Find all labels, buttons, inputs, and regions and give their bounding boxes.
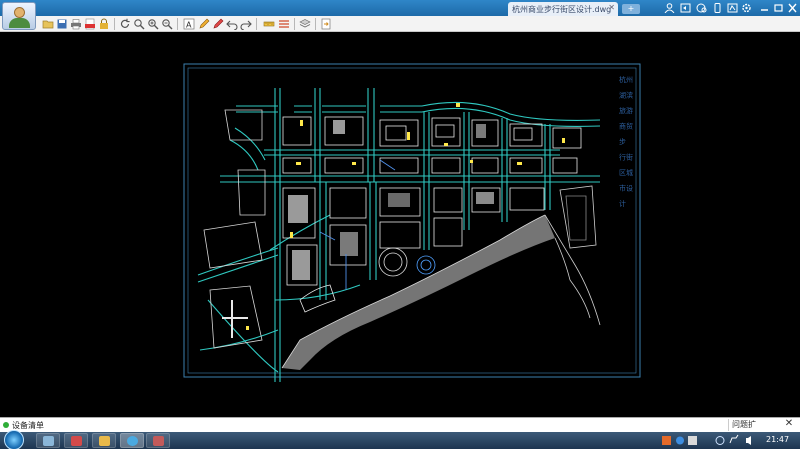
new-tab-button[interactable]: + bbox=[622, 4, 640, 14]
paint-app-icon bbox=[71, 436, 82, 446]
stack-app-button[interactable] bbox=[146, 433, 170, 448]
notify-icon bbox=[715, 436, 725, 445]
drawing-title-text: 行街 bbox=[619, 153, 633, 162]
browser-app-icon bbox=[127, 436, 138, 446]
status-bar: 设备清单 问题扩 ✕ bbox=[0, 417, 800, 432]
paint-app-button[interactable] bbox=[64, 433, 88, 448]
help-icon bbox=[676, 436, 684, 445]
drawing-title-text: 湖滨 bbox=[619, 91, 633, 100]
toolbar-separator bbox=[294, 18, 295, 30]
avatar-body bbox=[9, 18, 30, 28]
network-tray-icon bbox=[688, 436, 697, 445]
close-status-button[interactable]: ✕ bbox=[780, 418, 798, 432]
ime-icon bbox=[662, 436, 671, 445]
drawing-inner-frame bbox=[187, 67, 637, 374]
device-list-status[interactable]: 设备清单 bbox=[2, 420, 44, 431]
folder-app-button[interactable] bbox=[92, 433, 116, 448]
drawing-title-text: 旅游 bbox=[619, 106, 633, 115]
maximize-icon[interactable] bbox=[773, 3, 784, 13]
settings-icon[interactable] bbox=[741, 3, 752, 13]
drawing-title-text: 杭州 bbox=[619, 75, 633, 84]
minimize-icon[interactable] bbox=[759, 3, 770, 13]
tray-icons bbox=[662, 434, 751, 445]
photos-app-button[interactable] bbox=[36, 433, 60, 448]
drawing-outer-frame bbox=[183, 63, 641, 378]
print-icon[interactable] bbox=[70, 18, 82, 30]
cloud-icon[interactable] bbox=[727, 3, 738, 13]
drawing-title-text: 计 bbox=[619, 199, 626, 208]
toolbar-separator bbox=[256, 18, 257, 30]
svg-text:A: A bbox=[186, 21, 192, 30]
feedback-icon[interactable] bbox=[680, 3, 691, 13]
zoom-window-icon[interactable] bbox=[133, 18, 145, 30]
document-tab[interactable]: 杭州商业步行街区设计.dwg ✕ bbox=[508, 2, 618, 16]
document-tab-label: 杭州商业步行街区设计.dwg bbox=[512, 5, 612, 14]
toolbar: A bbox=[0, 16, 800, 32]
taskbar: 21:47 bbox=[0, 430, 800, 449]
zoom-out-icon[interactable] bbox=[161, 18, 173, 30]
export-icon[interactable] bbox=[320, 18, 332, 30]
refresh-icon[interactable] bbox=[119, 18, 131, 30]
drawing-title-text: 区城 bbox=[619, 169, 633, 177]
browser-app-button[interactable] bbox=[120, 433, 144, 448]
network-icon bbox=[729, 434, 739, 444]
undo-icon[interactable] bbox=[226, 18, 238, 30]
user-icon[interactable] bbox=[664, 3, 675, 14]
drawing-title-text: 市设 bbox=[619, 184, 633, 193]
cad-drawing: 杭州湖滨旅游商贸步行街区城市设计 bbox=[183, 63, 641, 382]
measure-icon[interactable] bbox=[263, 18, 275, 30]
start-button[interactable] bbox=[4, 430, 24, 449]
drawing-title-block: 杭州湖滨旅游商贸步行街区城市设计 bbox=[619, 75, 633, 208]
close-icon[interactable] bbox=[787, 3, 798, 13]
avatar-head bbox=[14, 7, 25, 18]
stack-app-icon bbox=[153, 436, 164, 446]
taskbar-clock: 21:47 bbox=[766, 435, 790, 444]
layers-icon[interactable] bbox=[299, 18, 311, 30]
title-bar: 杭州商业步行街区设计.dwg ✕ + bbox=[0, 0, 800, 16]
text-icon[interactable]: A bbox=[183, 18, 195, 30]
markup-pen-icon[interactable] bbox=[212, 18, 224, 30]
open-folder-icon[interactable] bbox=[42, 18, 54, 30]
plaza-circles bbox=[378, 247, 436, 277]
avatar[interactable] bbox=[2, 2, 36, 30]
save-icon[interactable] bbox=[56, 18, 68, 30]
status-indicator-icon bbox=[3, 422, 9, 428]
hatch-icon[interactable] bbox=[278, 18, 290, 30]
toolbar-separator bbox=[114, 18, 115, 30]
folder-app-icon bbox=[99, 436, 110, 446]
toolbar-separator bbox=[177, 18, 178, 30]
phone-icon[interactable] bbox=[712, 3, 723, 13]
volume-icon bbox=[746, 436, 751, 445]
feedback-button[interactable]: 问题扩 bbox=[728, 419, 759, 431]
waterfront-promenade bbox=[282, 215, 555, 370]
tab-close-icon[interactable]: ✕ bbox=[608, 3, 615, 12]
east-shoreline bbox=[544, 185, 601, 326]
redo-icon[interactable] bbox=[240, 18, 252, 30]
photos-app-icon bbox=[43, 436, 54, 446]
system-tray bbox=[660, 433, 760, 448]
drawing-title-text: 步 bbox=[619, 138, 626, 146]
drawing-canvas[interactable]: 杭州湖滨旅游商贸步行街区城市设计 bbox=[0, 33, 800, 417]
app-window: 杭州商业步行街区设计.dwg ✕ + A 杭州 湖滨 旅游 商贸 步 行街 区城… bbox=[0, 0, 800, 449]
toolbar-separator bbox=[315, 18, 316, 30]
chat-icon[interactable] bbox=[696, 3, 707, 13]
lock-icon[interactable] bbox=[98, 18, 110, 30]
device-list-label: 设备清单 bbox=[12, 421, 44, 430]
zoom-in-icon[interactable] bbox=[147, 18, 159, 30]
drawing-title-text: 商贸 bbox=[619, 122, 633, 131]
pencil-icon[interactable] bbox=[198, 18, 210, 30]
export-pdf-icon[interactable] bbox=[84, 18, 96, 30]
